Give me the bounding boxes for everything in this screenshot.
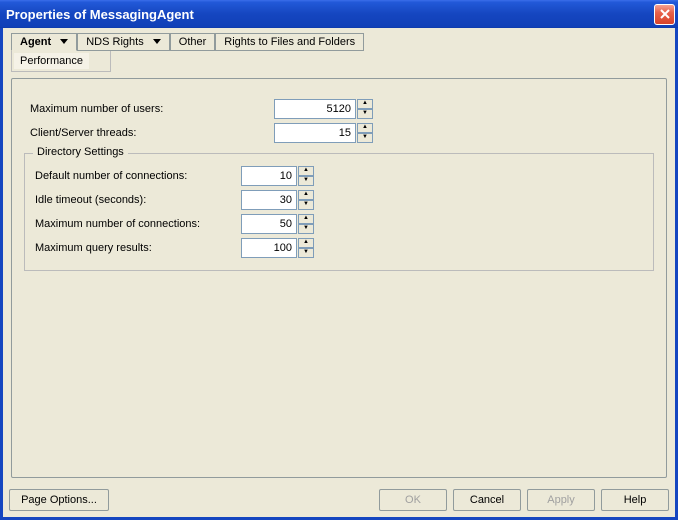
tab-rights-files-folders[interactable]: Rights to Files and Folders <box>215 33 364 51</box>
subtab-row: Performance <box>11 50 111 72</box>
spinner-def-conn: ▲ ▼ <box>241 166 314 186</box>
spinner-idle: ▲ ▼ <box>241 190 314 210</box>
input-def-conn[interactable] <box>241 166 297 186</box>
spinner-max-users: ▲ ▼ <box>274 99 373 119</box>
spinner-max-conn: ▲ ▼ <box>241 214 314 234</box>
tab-agent[interactable]: Agent <box>11 33 77 51</box>
fieldset-legend: Directory Settings <box>33 146 128 158</box>
input-max-users[interactable] <box>274 99 356 119</box>
spinner-max-query: ▲ ▼ <box>241 238 314 258</box>
apply-button[interactable]: Apply <box>527 489 595 511</box>
spin-up-icon[interactable]: ▲ <box>357 123 373 133</box>
label-threads: Client/Server threads: <box>24 127 274 139</box>
close-button[interactable] <box>654 4 675 25</box>
spin-down-icon[interactable]: ▼ <box>298 176 314 186</box>
spin-down-icon[interactable]: ▼ <box>298 224 314 234</box>
page-options-button[interactable]: Page Options... <box>9 489 109 511</box>
label-def-conn: Default number of connections: <box>33 170 241 182</box>
spinner-threads: ▲ ▼ <box>274 123 373 143</box>
close-icon <box>660 9 670 19</box>
fieldset-directory-settings: Directory Settings Default number of con… <box>24 153 654 271</box>
spin-up-icon[interactable]: ▲ <box>298 214 314 224</box>
row-def-conn: Default number of connections: ▲ ▼ <box>33 166 645 186</box>
row-threads: Client/Server threads: ▲ ▼ <box>24 123 654 143</box>
spin-down-icon[interactable]: ▼ <box>298 248 314 258</box>
label-max-conn: Maximum number of connections: <box>33 218 241 230</box>
window-body: Agent NDS Rights Other Rights to Files a… <box>0 28 678 520</box>
label-max-users: Maximum number of users: <box>24 103 274 115</box>
tab-strip: Agent NDS Rights Other Rights to Files a… <box>7 32 671 50</box>
chevron-down-icon <box>60 36 68 48</box>
tab-nds-rights[interactable]: NDS Rights <box>77 33 170 51</box>
content-panel: Maximum number of users: ▲ ▼ Client/Serv… <box>11 78 667 478</box>
spin-down-icon[interactable]: ▼ <box>357 109 373 119</box>
chevron-down-icon <box>153 36 161 48</box>
spin-down-icon[interactable]: ▼ <box>298 200 314 210</box>
window-title: Properties of MessagingAgent <box>6 7 654 22</box>
row-max-query: Maximum query results: ▲ ▼ <box>33 238 645 258</box>
bottom-buttons: Page Options... OK Cancel Apply Help <box>9 489 669 511</box>
label-max-query: Maximum query results: <box>33 242 241 254</box>
row-max-conn: Maximum number of connections: ▲ ▼ <box>33 214 645 234</box>
subtab-performance[interactable]: Performance <box>13 52 90 70</box>
tab-label: Agent <box>20 36 51 48</box>
tab-label: Other <box>179 36 207 48</box>
titlebar: Properties of MessagingAgent <box>0 0 678 28</box>
spin-up-icon[interactable]: ▲ <box>298 190 314 200</box>
spin-down-icon[interactable]: ▼ <box>357 133 373 143</box>
input-threads[interactable] <box>274 123 356 143</box>
spin-up-icon[interactable]: ▲ <box>357 99 373 109</box>
input-max-conn[interactable] <box>241 214 297 234</box>
tab-other[interactable]: Other <box>170 33 216 51</box>
help-button[interactable]: Help <box>601 489 669 511</box>
label-idle: Idle timeout (seconds): <box>33 194 241 206</box>
spin-up-icon[interactable]: ▲ <box>298 166 314 176</box>
input-idle[interactable] <box>241 190 297 210</box>
tab-label: Rights to Files and Folders <box>224 36 355 48</box>
cancel-button[interactable]: Cancel <box>453 489 521 511</box>
ok-button[interactable]: OK <box>379 489 447 511</box>
row-idle: Idle timeout (seconds): ▲ ▼ <box>33 190 645 210</box>
row-max-users: Maximum number of users: ▲ ▼ <box>24 99 654 119</box>
input-max-query[interactable] <box>241 238 297 258</box>
tab-label: NDS Rights <box>86 36 143 48</box>
spin-up-icon[interactable]: ▲ <box>298 238 314 248</box>
